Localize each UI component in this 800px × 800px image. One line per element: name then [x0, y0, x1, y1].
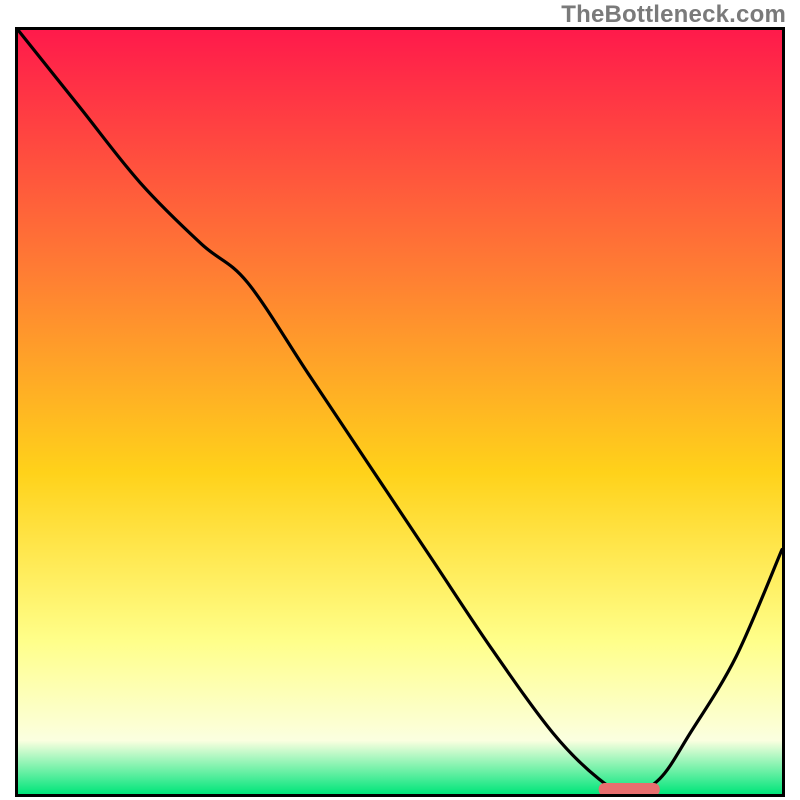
gradient-background — [18, 30, 782, 794]
minimum-marker — [599, 783, 660, 794]
watermark-text: TheBottleneck.com — [561, 1, 786, 29]
chart-frame — [15, 27, 785, 797]
chart-svg — [18, 30, 782, 794]
